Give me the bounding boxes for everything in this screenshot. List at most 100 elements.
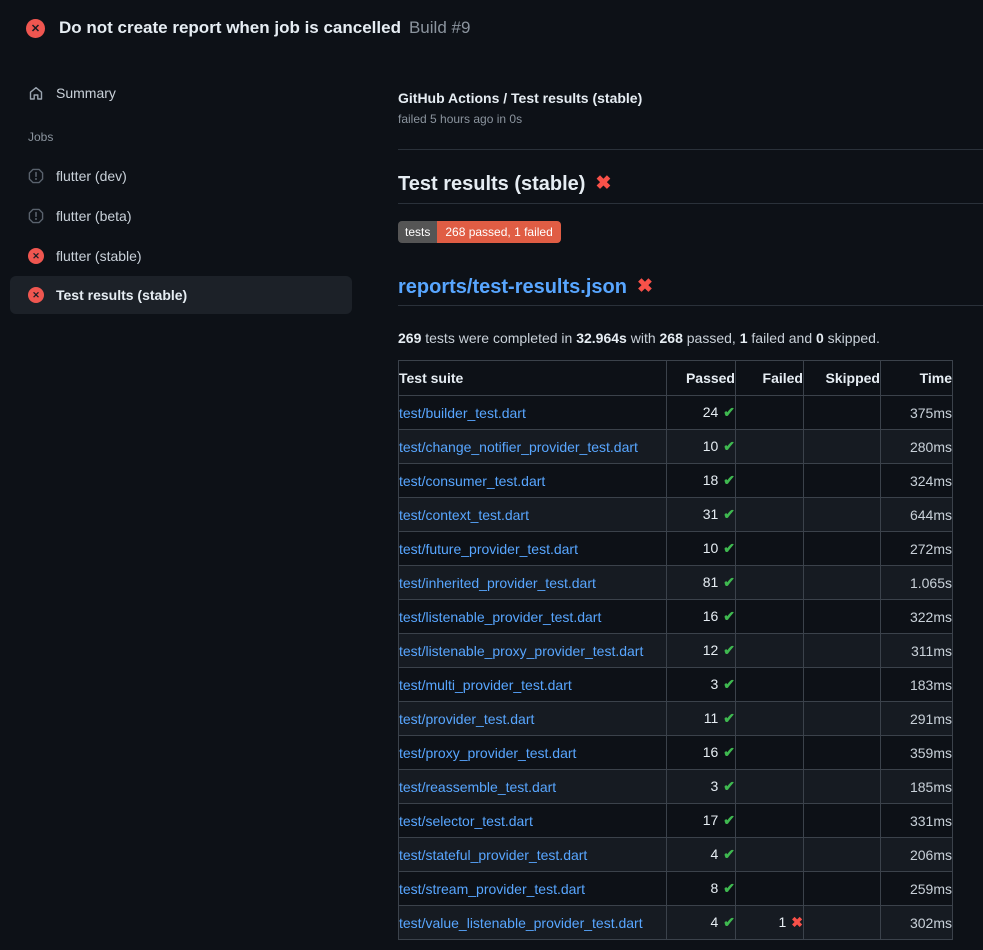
check-icon: ✔ (723, 506, 735, 522)
check-icon: ✔ (723, 608, 735, 624)
test-suite-link[interactable]: test/consumer_test.dart (399, 473, 545, 489)
suite-cell: test/listenable_proxy_provider_test.dart (399, 634, 667, 668)
jobs-list: flutter (dev)flutter (beta)✕flutter (sta… (10, 156, 352, 314)
time-cell: 291ms (881, 702, 953, 736)
badge-label: tests (398, 221, 437, 243)
job-label: flutter (stable) (56, 248, 142, 264)
passed-cell: 8✔ (667, 872, 736, 906)
check-icon: ✔ (723, 710, 735, 726)
table-row: test/change_notifier_provider_test.dart 1… (399, 430, 953, 464)
test-suite-link[interactable]: test/stateful_provider_test.dart (399, 847, 587, 863)
passed-count: 81 (703, 574, 719, 590)
passed-count: 12 (703, 642, 719, 658)
test-suite-link[interactable]: test/multi_provider_test.dart (399, 677, 572, 693)
test-suite-link[interactable]: test/inherited_provider_test.dart (399, 575, 596, 591)
passed-cell: 81✔ (667, 566, 736, 600)
cancelled-status-icon (28, 168, 44, 184)
test-suite-link[interactable]: test/stream_provider_test.dart (399, 881, 585, 897)
table-row: test/listenable_proxy_provider_test.dart… (399, 634, 953, 668)
summary-number: 0 (816, 330, 824, 346)
suite-cell: test/builder_test.dart (399, 396, 667, 430)
sidebar-item-summary[interactable]: Summary (10, 80, 352, 106)
test-suite-link[interactable]: test/provider_test.dart (399, 711, 534, 727)
test-suite-link[interactable]: test/listenable_provider_test.dart (399, 609, 601, 625)
test-suite-link[interactable]: test/selector_test.dart (399, 813, 533, 829)
time-cell: 311ms (881, 634, 953, 668)
sidebar-job-item[interactable]: ✕flutter (stable) (10, 236, 352, 276)
failed-cell (736, 396, 804, 430)
table-row: test/listenable_provider_test.dart16✔322… (399, 600, 953, 634)
test-suite-link[interactable]: test/future_provider_test.dart (399, 541, 578, 557)
passed-cell: 18✔ (667, 464, 736, 498)
failed-cell (736, 838, 804, 872)
check-icon: ✔ (723, 676, 735, 692)
suite-cell: test/change_notifier_provider_test.dart (399, 430, 667, 464)
table-header: Test suitePassedFailedSkippedTime (399, 361, 953, 396)
passed-cell: 31✔ (667, 498, 736, 532)
failed-cell (736, 702, 804, 736)
sidebar-job-item[interactable]: flutter (dev) (10, 156, 352, 196)
suite-cell: test/inherited_provider_test.dart (399, 566, 667, 600)
time-cell: 272ms (881, 532, 953, 566)
failed-cell (736, 600, 804, 634)
run-title: Do not create report when job is cancell… (59, 18, 401, 38)
column-header: Passed (667, 361, 736, 396)
build-number: Build #9 (409, 18, 470, 38)
suite-cell: test/proxy_provider_test.dart (399, 736, 667, 770)
test-suite-link[interactable]: test/reassemble_test.dart (399, 779, 556, 795)
report-file-link[interactable]: reports/test-results.json (398, 274, 627, 300)
table-row: test/consumer_test.dart18✔324ms (399, 464, 953, 498)
skipped-cell (804, 804, 881, 838)
suite-cell: test/provider_test.dart (399, 702, 667, 736)
passed-cell: 11✔ (667, 702, 736, 736)
summary-number: 268 (660, 330, 683, 346)
summary-text: with (627, 330, 660, 346)
tests-status-badge: tests 268 passed, 1 failed (398, 221, 561, 243)
sidebar-job-item[interactable]: ✕Test results (stable) (10, 276, 352, 314)
time-cell: 280ms (881, 430, 953, 464)
sidebar-summary-label: Summary (56, 85, 116, 101)
failed-cell (736, 634, 804, 668)
test-suite-link[interactable]: test/context_test.dart (399, 507, 529, 523)
jobs-section-label: Jobs (10, 130, 352, 144)
column-header: Failed (736, 361, 804, 396)
job-label: Test results (stable) (56, 287, 187, 303)
report-file-heading[interactable]: reports/test-results.json ✖ (398, 274, 983, 306)
test-suite-link[interactable]: test/builder_test.dart (399, 405, 526, 421)
check-icon: ✔ (723, 880, 735, 896)
section-title: Test results (stable) ✖ (398, 171, 983, 204)
failed-x-icon: ✖ (595, 171, 611, 197)
failed-x-icon: ✖ (637, 274, 653, 300)
table-row: test/provider_test.dart 11✔ 291ms (399, 702, 953, 736)
failed-count: 1 (778, 914, 786, 930)
summary-number: 1 (740, 330, 748, 346)
passed-count: 4 (710, 914, 718, 930)
passed-cell: 4✔ (667, 906, 736, 940)
cross-icon: ✖ (791, 914, 803, 930)
suite-cell: test/consumer_test.dart (399, 464, 667, 498)
test-suite-link[interactable]: test/listenable_proxy_provider_test.dart (399, 643, 643, 659)
skipped-cell (804, 396, 881, 430)
test-suite-link[interactable]: test/value_listenable_provider_test.dart (399, 915, 643, 931)
test-suite-link[interactable]: test/proxy_provider_test.dart (399, 745, 576, 761)
skipped-cell (804, 464, 881, 498)
breadcrumb: GitHub Actions / Test results (stable) (398, 88, 983, 108)
column-header: Time (881, 361, 953, 396)
table-row: test/builder_test.dart24✔375ms (399, 396, 953, 430)
passed-count: 10 (703, 438, 719, 454)
time-cell: 375ms (881, 396, 953, 430)
suite-cell: test/future_provider_test.dart (399, 532, 667, 566)
skipped-cell (804, 668, 881, 702)
skipped-cell (804, 838, 881, 872)
failed-cell (736, 464, 804, 498)
time-cell: 359ms (881, 736, 953, 770)
table-row: test/multi_provider_test.dart3✔183ms (399, 668, 953, 702)
suite-cell: test/reassemble_test.dart (399, 770, 667, 804)
passed-count: 18 (703, 472, 719, 488)
test-suite-link[interactable]: test/change_notifier_provider_test.dart (399, 439, 638, 455)
summary-line: 269 tests were completed in 32.964s with… (398, 328, 983, 348)
passed-count: 11 (704, 710, 719, 726)
section-title-text: Test results (stable) (398, 171, 585, 197)
skipped-cell (804, 566, 881, 600)
sidebar-job-item[interactable]: flutter (beta) (10, 196, 352, 236)
